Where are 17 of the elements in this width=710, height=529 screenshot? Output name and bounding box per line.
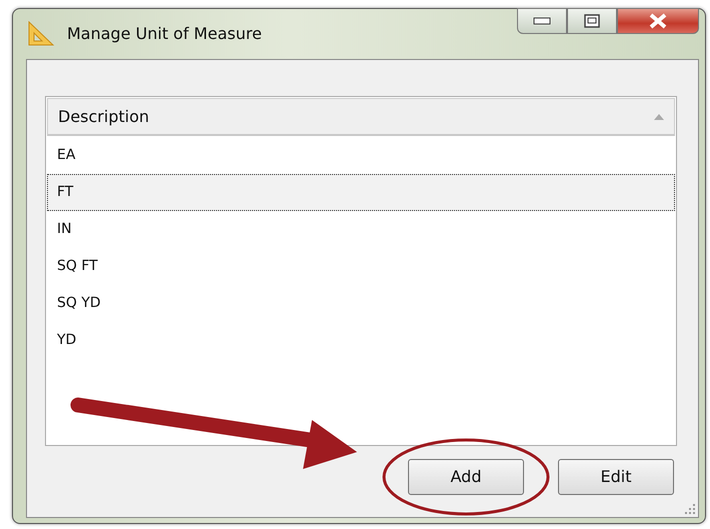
grid-row[interactable]: IN	[47, 211, 675, 248]
maximize-icon	[584, 14, 600, 28]
grid-row[interactable]: FT	[47, 174, 675, 211]
minimize-icon	[533, 17, 551, 25]
grid-row[interactable]: EA	[47, 137, 675, 174]
close-button[interactable]	[617, 8, 699, 34]
grid-row[interactable]: YD	[47, 322, 675, 359]
window-title: Manage Unit of Measure	[67, 23, 262, 45]
grid-row[interactable]: SQ FT	[47, 248, 675, 285]
dialog-button[interactable]: Add	[408, 459, 524, 495]
grid-row[interactable]: SQ YD	[47, 285, 675, 322]
dialog-button[interactable]: Edit	[558, 459, 674, 495]
close-icon	[648, 13, 668, 29]
resize-grip-icon	[685, 504, 695, 514]
minimize-button[interactable]	[517, 8, 567, 34]
maximize-button[interactable]	[567, 8, 617, 34]
column-header[interactable]: Description	[47, 98, 675, 136]
